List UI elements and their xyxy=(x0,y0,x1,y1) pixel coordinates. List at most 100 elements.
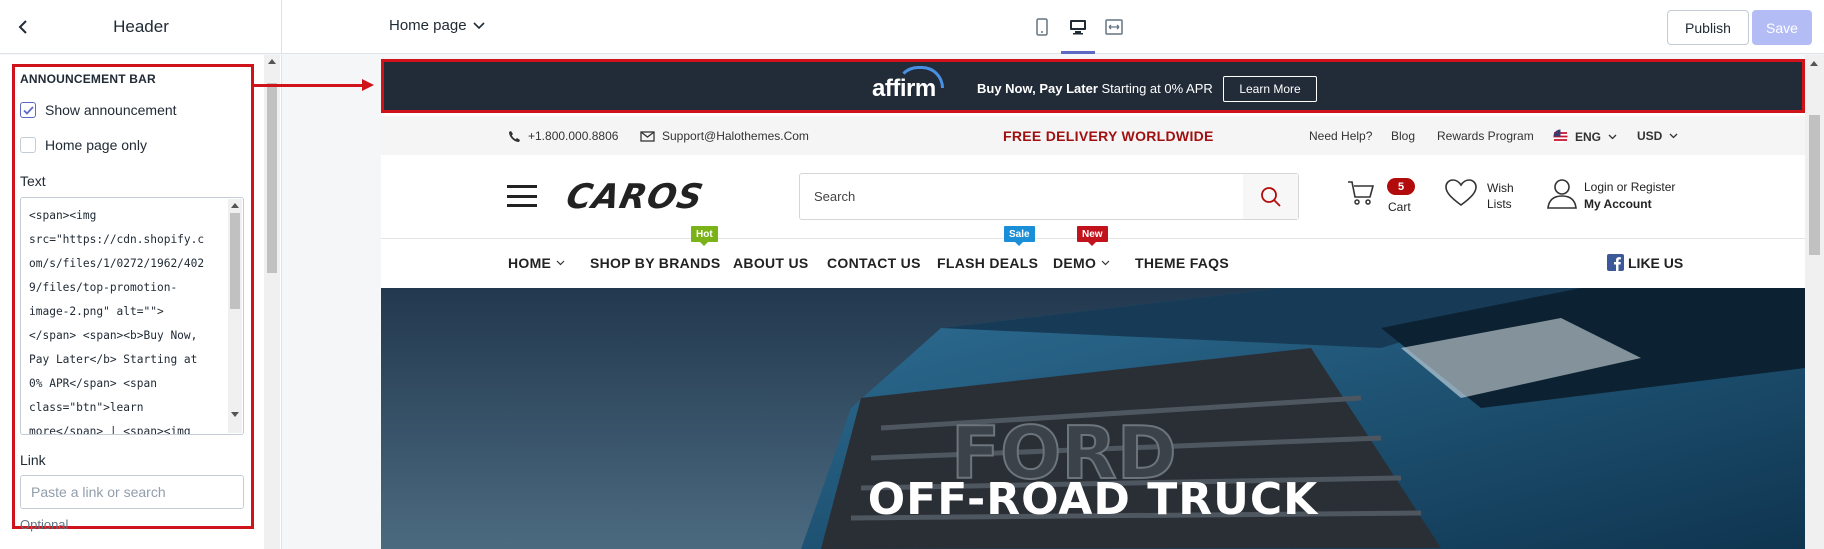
email-link[interactable]: Support@Halothemes.Com xyxy=(640,129,809,143)
affirm-logo: affirm xyxy=(872,75,936,102)
desktop-view-button[interactable] xyxy=(1061,14,1095,54)
sale-tag: Sale xyxy=(1004,226,1035,246)
scroll-up-icon xyxy=(268,59,276,64)
announcement-bar[interactable]: affirm Buy Now, Pay Later Starting at 0%… xyxy=(381,59,1805,113)
store-logo[interactable]: CAROS xyxy=(563,177,707,217)
mobile-icon xyxy=(1036,18,1048,36)
nav-item-label: FLASH DEALS xyxy=(937,255,1039,271)
email-address: Support@Halothemes.Com xyxy=(662,129,809,143)
save-button[interactable]: Save xyxy=(1752,10,1812,45)
next-field-label: Optional xyxy=(20,517,69,532)
editor-topbar: Header Home page Publish Save xyxy=(0,0,1824,54)
scroll-down-icon xyxy=(231,412,239,417)
annotation-arrow xyxy=(253,84,367,87)
need-help-link[interactable]: Need Help? xyxy=(1309,129,1372,143)
chevron-down-icon xyxy=(1101,260,1110,266)
chevron-down-icon xyxy=(556,260,565,266)
phone-link[interactable]: +1.800.000.8806 xyxy=(508,129,618,143)
rewards-program-link[interactable]: Rewards Program xyxy=(1437,129,1534,143)
language-label: ENG xyxy=(1575,129,1602,144)
phone-number: +1.800.000.8806 xyxy=(528,129,619,143)
publish-button[interactable]: Publish xyxy=(1667,10,1749,45)
announcement-message-rest: Starting at 0% APR xyxy=(1097,81,1213,96)
nav-item-label: SHOP BY BRANDS xyxy=(590,255,721,271)
nav-item-label: ABOUT US xyxy=(733,255,809,271)
scroll-thumb[interactable] xyxy=(1809,115,1820,255)
device-switcher xyxy=(1028,14,1128,54)
hero-title: OFF-ROAD TRUCK xyxy=(867,474,1319,525)
preview-scrollbar[interactable] xyxy=(1805,55,1824,549)
heart-icon xyxy=(1445,179,1477,206)
search-input[interactable] xyxy=(800,174,1250,219)
settings-sidebar: ANNOUNCEMENT BAR Show announcement Home … xyxy=(0,55,282,549)
wishlist-label: Wish Lists xyxy=(1487,180,1514,212)
chevron-down-icon xyxy=(1608,134,1617,139)
search-box xyxy=(799,173,1299,220)
wishlist-label-line2: Lists xyxy=(1487,197,1512,211)
scroll-thumb[interactable] xyxy=(230,213,240,309)
account-button[interactable] xyxy=(1546,177,1578,214)
section-title: ANNOUNCEMENT BAR xyxy=(20,72,156,86)
mail-icon xyxy=(640,130,655,142)
language-selector[interactable]: ENG xyxy=(1553,129,1617,144)
user-icon xyxy=(1547,179,1577,209)
hero-banner[interactable]: FORD OFF-ROAD TRUCK xyxy=(381,288,1805,549)
sidebar-scrollbar[interactable] xyxy=(264,55,280,549)
link-input[interactable] xyxy=(20,475,244,509)
facebook-icon xyxy=(1607,254,1624,271)
sidebar-title: Header xyxy=(113,17,169,36)
theme-editor: Header Home page Publish Save ANNOUNCEME… xyxy=(0,0,1824,549)
nav-item-contact-us[interactable]: CONTACT US xyxy=(827,255,921,271)
top-strip: +1.800.000.8806 Support@Halothemes.Com F… xyxy=(381,116,1805,155)
nav-item-flash-deals[interactable]: FLASH DEALS xyxy=(937,255,1038,271)
menu-icon[interactable] xyxy=(507,185,537,207)
textarea-scrollbar[interactable] xyxy=(228,199,242,433)
mobile-view-button[interactable] xyxy=(1028,14,1056,40)
scroll-thumb[interactable] xyxy=(267,83,277,273)
page-selector-label: Home page xyxy=(389,17,467,34)
cart-count-badge: 5 xyxy=(1387,178,1415,195)
nav-item-label: DEMO xyxy=(1053,255,1097,271)
text-textarea[interactable]: <span><img src="https://cdn.shopify.c om… xyxy=(20,197,244,435)
chevron-down-icon xyxy=(1669,133,1678,139)
like-us-label: LIKE US xyxy=(1628,254,1684,271)
textarea-content: <span><img src="https://cdn.shopify.c om… xyxy=(29,209,205,435)
learn-more-button[interactable]: Learn More xyxy=(1223,76,1317,102)
chevron-down-icon xyxy=(472,21,485,29)
main-nav: HOME SHOP BY BRANDS Hot ABOUT US CONTACT… xyxy=(381,226,1805,287)
like-us-link[interactable]: LIKE US xyxy=(1607,254,1683,271)
currency-label: USD xyxy=(1637,129,1663,143)
cart-button[interactable] xyxy=(1346,177,1376,212)
nav-item-label: HOME xyxy=(508,255,552,271)
fullwidth-view-button[interactable] xyxy=(1100,14,1128,40)
checkbox-box xyxy=(20,137,36,153)
page-selector[interactable]: Home page xyxy=(389,17,485,34)
cart-icon xyxy=(1348,181,1375,205)
nav-item-theme-faqs[interactable]: THEME FAQS xyxy=(1135,255,1229,271)
login-register-link[interactable]: Login or Register xyxy=(1584,180,1675,194)
wishlist-label-line1: Wish xyxy=(1487,181,1514,195)
scroll-up-icon xyxy=(1810,61,1818,66)
nav-item-shop-by-brands[interactable]: SHOP BY BRANDS xyxy=(590,255,721,271)
checkbox-label: Show announcement xyxy=(45,102,177,118)
blog-link[interactable]: Blog xyxy=(1391,129,1415,143)
nav-item-home[interactable]: HOME xyxy=(508,255,565,271)
phone-icon xyxy=(509,130,520,142)
show-announcement-checkbox[interactable]: Show announcement xyxy=(20,102,177,118)
checkbox-box xyxy=(20,102,36,118)
wishlist-button[interactable] xyxy=(1445,179,1477,212)
home-page-only-checkbox[interactable]: Home page only xyxy=(20,137,147,153)
announcement-message: Buy Now, Pay Later Starting at 0% APR xyxy=(977,81,1213,96)
currency-selector[interactable]: USD xyxy=(1637,129,1678,143)
new-tag: New xyxy=(1077,226,1108,246)
search-icon xyxy=(1260,186,1281,207)
link-field-label: Link xyxy=(20,452,46,468)
nav-item-demo[interactable]: DEMO xyxy=(1053,255,1110,271)
nav-item-about-us[interactable]: ABOUT US xyxy=(733,255,809,271)
search-button[interactable] xyxy=(1243,174,1298,219)
storefront-preview: affirm Buy Now, Pay Later Starting at 0%… xyxy=(381,59,1805,549)
nav-item-label: THEME FAQS xyxy=(1135,255,1230,271)
my-account-link[interactable]: My Account xyxy=(1584,197,1652,211)
annotation-arrow-head xyxy=(362,79,374,91)
checkmark-icon xyxy=(22,105,34,115)
